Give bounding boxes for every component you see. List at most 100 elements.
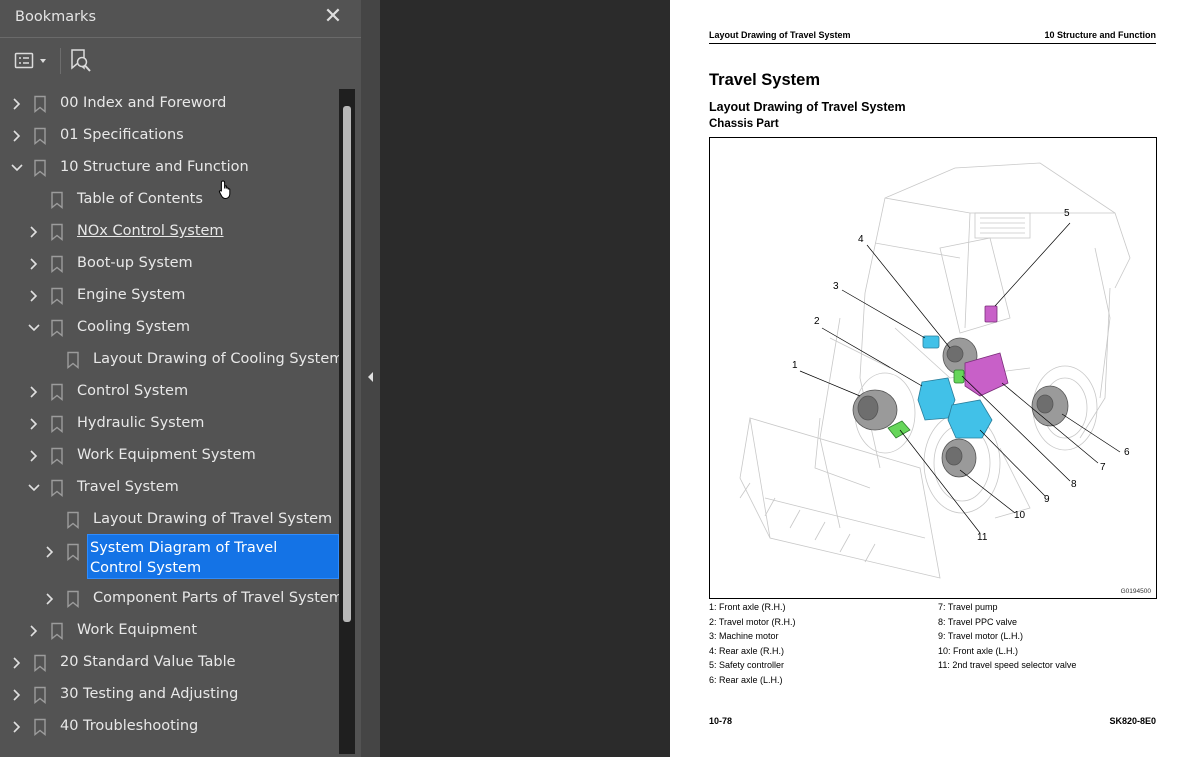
bookmark-label: Component Parts of Travel System [93,590,343,606]
chevron-right-icon[interactable] [27,384,41,400]
bookmark-item[interactable]: Cooling System [0,312,338,344]
running-header-right: 10 Structure and Function [1044,30,1156,40]
bookmark-icon [66,511,80,529]
layout-drawing-figure: 1 2 3 4 5 6 7 8 9 10 11 G0194500 [709,137,1157,599]
bookmark-item[interactable]: Table of Contents [0,184,338,216]
bookmark-item[interactable]: 01 Specifications [0,120,338,152]
hand-cursor-icon [218,180,231,200]
bookmark-item[interactable]: 10 Structure and Function [0,152,338,184]
bookmark-label: Work Equipment System [77,447,256,463]
bookmark-item[interactable]: Work Equipment System [0,440,338,472]
callout-9: 9 [1044,494,1050,505]
collapse-panel-button[interactable] [365,368,377,386]
collapse-left-icon [368,372,373,382]
bookmark-icon [50,622,64,640]
figure-code: G0194500 [1120,588,1151,595]
legend-item: 9: Travel motor (L.H.) [938,631,1024,641]
close-icon[interactable]: ✕ [322,6,344,28]
scrollbar-thumb[interactable] [343,106,351,622]
bookmark-icon [50,255,64,273]
bookmark-label: 30 Testing and Adjusting [60,686,239,702]
bookmark-icon [50,479,64,497]
bookmarks-panel: Bookmarks ✕ 00 Index and Foreword 01 Spec… [0,0,361,757]
bookmarks-title: Bookmarks [15,9,97,25]
bookmark-item[interactable]: 40 Troubleshooting [0,711,338,743]
list-options-icon [14,52,46,69]
bookmark-item[interactable]: System Diagram of Travel Control System [0,534,339,579]
callout-8: 8 [1071,479,1077,490]
bookmark-label: 00 Index and Foreword [60,95,227,111]
bookmark-label: 20 Standard Value Table [60,654,236,670]
bookmark-item[interactable]: Boot-up System [0,248,338,280]
chevron-right-icon[interactable] [27,416,41,432]
legend-item: 5: Safety controller [709,660,785,670]
chevron-down-icon[interactable] [27,480,41,496]
bookmark-icon [50,223,64,241]
bookmark-icon [33,159,47,177]
bookmark-label: Hydraulic System [77,415,205,431]
legend-item: 8: Travel PPC valve [938,617,1018,627]
bookmark-icon [50,319,64,337]
bookmark-item[interactable]: Work Equipment [0,615,338,647]
page-subtitle: Layout Drawing of Travel System [709,100,906,114]
callout-1: 1 [792,360,798,371]
bookmark-item[interactable]: Engine System [0,280,338,312]
legend-item: 3: Machine motor [709,631,779,641]
bookmark-label: 40 Troubleshooting [60,718,199,734]
bookmark-label: Travel System [77,479,179,495]
chevron-right-icon[interactable] [27,623,41,639]
bookmark-label: Work Equipment [77,622,198,638]
bookmark-icon [50,287,64,305]
chevron-right-icon[interactable] [27,256,41,272]
page-title: Travel System [709,71,820,89]
chevron-right-icon[interactable] [10,719,24,735]
chevron-right-icon[interactable] [10,687,24,703]
chevron-right-icon[interactable] [27,448,41,464]
chevron-right-icon[interactable] [10,655,24,671]
bookmark-item[interactable]: Component Parts of Travel System [0,583,343,615]
bookmark-item[interactable]: 30 Testing and Adjusting [0,679,338,711]
chevron-right-icon[interactable] [27,288,41,304]
callout-4: 4 [858,234,864,245]
document-code: SK820-8E0 [1109,716,1156,726]
bookmark-item[interactable]: Layout Drawing of Cooling System [0,344,343,376]
find-bookmark-button[interactable] [69,48,93,74]
chevron-right-icon[interactable] [43,591,57,607]
bookmark-item[interactable]: Travel System [0,472,338,504]
bookmark-icon [33,95,47,113]
bookmark-item[interactable]: NOx Control System [0,180,338,248]
bookmark-label: Layout Drawing of Travel System [93,511,333,527]
bookmark-icon [66,590,80,608]
bookmark-item[interactable]: 00 Index and Foreword [0,88,338,120]
legend-item: 4: Rear axle (R.H.) [709,646,785,656]
machine-illustration [739,162,1131,579]
document-gutter [380,0,670,757]
header-rule [709,43,1156,44]
chevron-down-icon[interactable] [27,320,41,336]
bookmark-icon [66,351,80,369]
chevron-right-icon[interactable] [10,96,24,112]
bookmark-icon [33,127,47,145]
legend-item: 1: Front axle (R.H.) [709,602,786,612]
chevron-right-icon[interactable] [43,544,57,560]
options-button[interactable] [14,51,54,71]
legend-item: 6: Rear axle (L.H.) [709,675,783,685]
bookmark-label: Engine System [77,287,186,303]
bookmark-item[interactable]: 20 Standard Value Table [0,647,338,679]
bookmark-label: Cooling System [77,319,190,335]
chevron-right-icon[interactable] [10,128,24,144]
chevron-right-icon[interactable] [27,224,41,240]
bookmarks-toolbar [0,39,361,83]
chevron-down-icon[interactable] [10,160,24,176]
bookmark-label: NOx Control System [77,223,224,239]
bookmark-label: System Diagram of Travel Control System [90,540,278,576]
bookmark-label: Control System [77,383,189,399]
bookmark-label: 10 Structure and Function [60,159,249,175]
bookmark-icon [33,654,47,672]
page-number: 10-78 [709,716,733,726]
bookmark-item[interactable]: Control System [0,376,338,408]
callout-10: 10 [1014,510,1026,521]
bookmark-item[interactable]: Layout Drawing of Travel System [0,504,338,536]
bookmark-icon [50,415,64,433]
bookmark-item[interactable]: Hydraulic System [0,408,338,440]
